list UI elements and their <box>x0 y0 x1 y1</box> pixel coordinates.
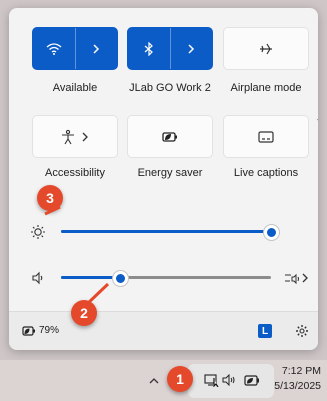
volume-tray-icon <box>222 373 236 387</box>
show-hidden-icons-button[interactable] <box>148 374 160 386</box>
network-icon <box>203 372 221 388</box>
clock-date: 5/13/2025 <box>274 380 321 392</box>
annotation-arrows <box>44 205 205 383</box>
annotation-arrow <box>44 205 61 216</box>
taskbar-clock[interactable]: 7:12 PM 5/13/2025 <box>274 364 321 394</box>
clock-time: 7:12 PM <box>281 365 321 377</box>
annotation-badge-1: 1 <box>167 366 193 392</box>
chevron-up-icon <box>149 377 159 383</box>
annotation-arrow <box>84 282 110 307</box>
battery-tray-icon <box>244 374 260 386</box>
